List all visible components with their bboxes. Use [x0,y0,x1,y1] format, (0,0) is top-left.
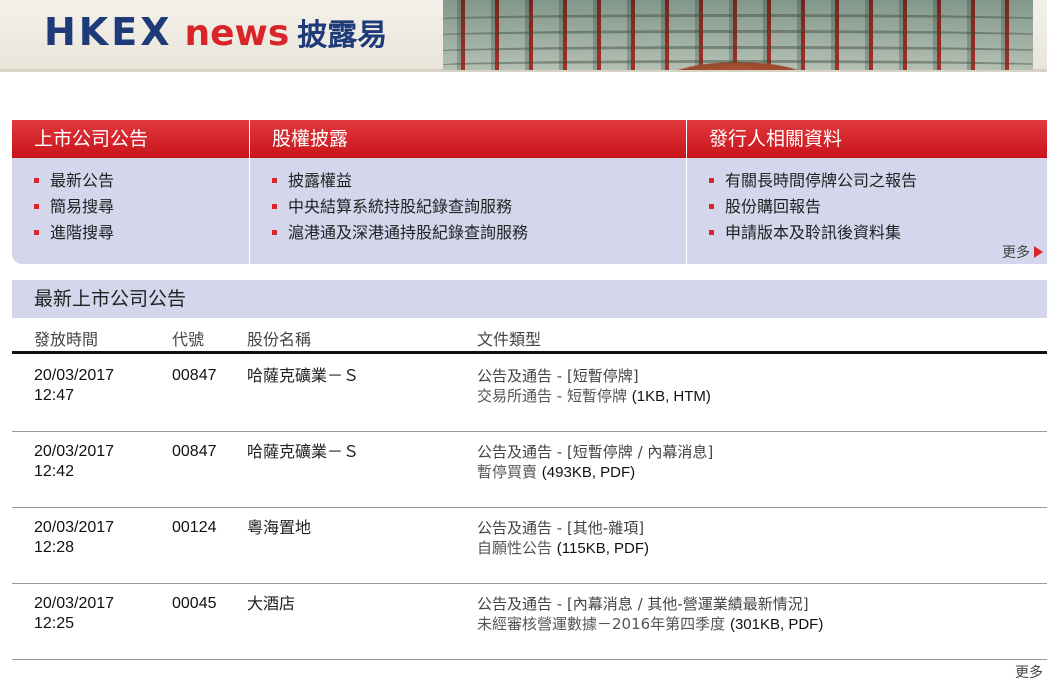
bullet-icon [272,230,277,235]
main-nav-panel: 上市公司公告 最新公告 簡易搜尋 進階搜尋 股權披露 披露權益 中央結算系統持股… [12,120,1047,264]
release-time: 20/03/2017 12:28 [34,519,115,556]
table-row: 20/03/2017 12:25 00045 大酒店 公告及通告 - [內幕消息… [12,584,1047,660]
logo-news-text: news [184,13,290,54]
nav-link-advanced-search[interactable]: 進階搜尋 [34,220,249,246]
document-size: (1KB, HTM) [631,388,711,405]
logo-chinese-text: 披露易 [297,18,388,53]
column-header-release-time: 發放時間 [34,330,99,349]
bullet-icon [709,178,714,183]
stock-name: 哈薩克礦業－Ｓ [247,366,360,385]
stock-name: 粵海置地 [247,518,312,537]
logo-hkex-text: HKEX [44,10,173,54]
document-size: (115KB, PDF) [556,540,650,557]
site-header: HKEX news 披露易 [0,0,1047,72]
announcements-more-link[interactable]: 更多 [1015,662,1043,682]
bullet-icon [709,230,714,235]
bullet-icon [34,178,39,183]
nav-more-link[interactable]: 更多 [1002,242,1043,262]
nav-link-ccass-shareholding[interactable]: 中央結算系統持股紀錄查詢服務 [272,194,686,220]
latest-announcements-title: 最新上市公司公告 [12,280,1047,318]
bullet-icon [709,204,714,209]
hkexnews-logo[interactable]: HKEX news 披露易 [44,10,387,56]
stock-code: 00045 [172,595,217,612]
announcement-category: 公告及通告 - [內幕消息 / 其他-營運業績最新情況] [477,595,809,613]
release-time: 20/03/2017 12:47 [34,367,115,404]
arrow-right-icon [1034,246,1043,258]
announcement-category: 公告及通告 - [其他-雜項] [477,519,645,537]
stock-code: 00847 [172,367,217,384]
document-type: 公告及通告 - [短暫停牌 / 內幕消息] 暫停買賣 (493KB, PDF) [477,442,713,483]
nav-link-latest-announcements[interactable]: 最新公告 [34,168,249,194]
document-link[interactable]: 暫停買賣 [477,463,537,481]
bullet-icon [272,204,277,209]
document-size: (493KB, PDF) [541,464,636,481]
nav-link-disclosure-interests[interactable]: 披露權益 [272,168,686,194]
release-time: 20/03/2017 12:42 [34,443,115,480]
document-size: (301KB, PDF) [729,616,824,633]
nav-link-share-buyback-reports[interactable]: 股份購回報告 [709,194,1047,220]
stock-code: 00847 [172,443,217,460]
stock-code: 00124 [172,519,217,536]
nav-heading-issuer-information[interactable]: 發行人相關資料 [687,120,1047,158]
nav-link-simple-search[interactable]: 簡易搜尋 [34,194,249,220]
document-link[interactable]: 交易所通告 - 短暫停牌 [477,387,627,405]
nav-link-application-proofs[interactable]: 申請版本及聆訊後資料集 [709,220,1047,246]
bullet-icon [34,230,39,235]
stock-name: 大酒店 [247,594,296,613]
nav-column-issuer-information: 發行人相關資料 有關長時間停牌公司之報告 股份購回報告 申請版本及聆訊後資料集 … [686,120,1047,264]
bullet-icon [272,178,277,183]
nav-column-listed-announcements: 上市公司公告 最新公告 簡易搜尋 進階搜尋 [12,120,249,264]
column-header-document-type: 文件類型 [477,330,542,349]
document-type: 公告及通告 - [內幕消息 / 其他-營運業績最新情況] 未經審核營運數據－20… [477,594,823,635]
trading-floor-banner-image [443,0,1033,70]
announcement-category: 公告及通告 - [短暫停牌 / 內幕消息] [477,443,714,461]
nav-link-long-suspended-report[interactable]: 有關長時間停牌公司之報告 [709,168,1047,194]
release-time: 20/03/2017 12:25 [34,595,115,632]
bullet-icon [34,204,39,209]
column-header-stock-code: 代號 [172,330,205,349]
document-type: 公告及通告 - [其他-雜項] 自願性公告 (115KB, PDF) [477,518,649,559]
nav-column-disclosure-of-interests: 股權披露 披露權益 中央結算系統持股紀錄查詢服務 滬港通及深港通持股紀錄查詢服務 [249,120,686,264]
document-type: 公告及通告 - [短暫停牌] 交易所通告 - 短暫停牌 (1KB, HTM) [477,366,711,407]
stock-name: 哈薩克礦業－Ｓ [247,442,360,461]
table-row: 20/03/2017 12:47 00847 哈薩克礦業－Ｓ 公告及通告 - [… [12,356,1047,432]
column-header-stock-name: 股份名稱 [247,330,312,349]
document-link[interactable]: 自願性公告 [477,539,552,557]
table-row: 20/03/2017 12:42 00847 哈薩克礦業－Ｓ 公告及通告 - [… [12,432,1047,508]
nav-heading-listed-announcements[interactable]: 上市公司公告 [12,120,249,158]
announcements-table-header: 發放時間 代號 股份名稱 文件類型 [12,320,1047,354]
table-row: 20/03/2017 12:28 00124 粵海置地 公告及通告 - [其他-… [12,508,1047,584]
nav-link-stock-connect-shareholding[interactable]: 滬港通及深港通持股紀錄查詢服務 [272,220,686,246]
document-link[interactable]: 未經審核營運數據－2016年第四季度 [477,615,725,633]
nav-heading-disclosure-of-interests[interactable]: 股權披露 [250,120,686,158]
announcement-category: 公告及通告 - [短暫停牌] [477,367,639,385]
